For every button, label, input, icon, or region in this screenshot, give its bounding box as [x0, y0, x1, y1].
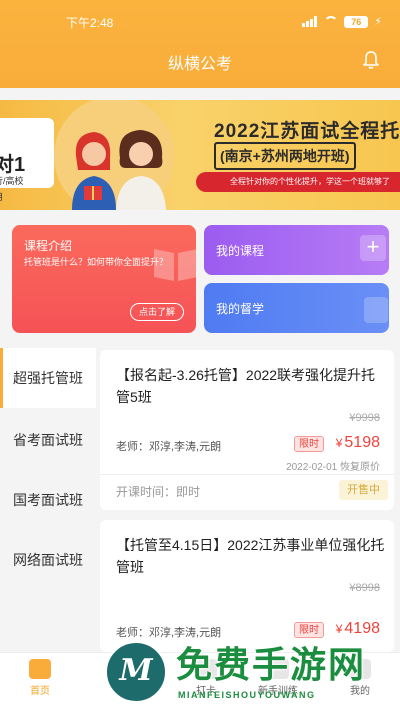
watermark-logo: M	[104, 640, 168, 704]
divider	[100, 474, 394, 475]
original-price: ¥8998	[349, 582, 380, 594]
category-sidebar: 超强托管班 省考面试班 国考面试班 网络面试班	[0, 348, 96, 648]
sale-price: ¥5198	[335, 434, 380, 451]
category-item[interactable]: 省考面试班	[0, 410, 96, 470]
status-time: 下午2:48	[66, 16, 114, 30]
original-price: ¥9998	[349, 412, 380, 424]
my-study-card[interactable]: 我的督学	[204, 283, 389, 333]
app-header: 下午2:48 76 ⚡ 纵横公考	[0, 0, 400, 88]
price-restore-date: 2022-02-01 恢复原价	[286, 462, 380, 473]
course-card[interactable]: 【报名起-3.26托管】2022联考强化提升托管5班 ¥9998 老师：邓淳,李…	[100, 350, 394, 510]
course-title: 【托管至4.15日】2022江苏事业单位强化托管班	[116, 537, 385, 575]
supervision-icon	[364, 297, 388, 323]
banner-left-sub: 行/高校	[0, 176, 24, 186]
status-icons: 76 ⚡	[302, 15, 382, 28]
book-icon	[154, 249, 196, 281]
notification-bell-icon[interactable]	[362, 50, 380, 70]
banner-side-panel: 对1 行/高校 用	[0, 118, 54, 202]
course-card[interactable]: 【托管至4.15日】2022江苏事业单位强化托管班 ¥8998 老师：邓淳,李涛…	[100, 520, 394, 652]
my-course-card[interactable]: 我的课程 +	[204, 225, 389, 275]
banner-title: 2022江苏面试全程托	[214, 121, 400, 142]
course-intro-card[interactable]: 课程介绍 托管班是什么？如何带你全面提升？ 点击了解	[12, 225, 196, 333]
category-item[interactable]: 网络面试班	[0, 530, 96, 590]
promo-banner[interactable]: 对1 行/高校 用 2022江苏面试全程托 (南京+苏州两地开班) 全程针对你的…	[0, 100, 400, 210]
my-study-label: 我的督学	[216, 302, 265, 316]
wifi-icon	[324, 16, 339, 27]
watermark-subtext: MIANFEISHOUYOUWANG	[178, 690, 316, 700]
nav-home[interactable]: 首页	[10, 659, 70, 697]
signal-icon	[302, 16, 318, 27]
banner-strip-text: 全程针对你的个性化提升，学这一个班就够了	[230, 177, 390, 186]
course-teachers: 老师：邓淳,李涛,元朗	[116, 441, 222, 453]
status-bar: 下午2:48 76 ⚡	[0, 14, 400, 32]
course-intro-title: 课程介绍	[24, 239, 73, 253]
course-intro-desc: 托管班是什么？如何带你全面提升？	[24, 257, 169, 267]
my-course-label: 我的课程	[216, 244, 265, 258]
banner-subtitle: (南京+苏州两地开班)	[214, 142, 356, 170]
watermark-logo-letter: M	[119, 653, 153, 688]
category-item[interactable]: 国考面试班	[0, 470, 96, 530]
limited-time-badge: 限时	[294, 436, 324, 452]
course-title: 【报名起-3.26托管】2022联考强化提升托管5班	[116, 367, 376, 405]
battery-icon: 76	[344, 15, 369, 28]
banner-person-illustration	[116, 130, 166, 210]
banner-left-sub2: 用	[0, 190, 3, 203]
category-item[interactable]: 超强托管班	[0, 348, 96, 408]
banner-left-text: 对1	[0, 154, 26, 176]
on-sale-badge: 开售中	[339, 480, 388, 500]
open-time: 开课时间：即时	[116, 485, 201, 499]
watermark-text: 免费手游网	[176, 644, 367, 685]
nav-home-label: 首页	[30, 686, 50, 697]
learn-more-button[interactable]: 点击了解	[130, 303, 185, 321]
charging-icon: ⚡	[374, 16, 382, 28]
page-title: 纵横公考	[167, 56, 232, 73]
home-icon	[29, 659, 51, 679]
plus-icon: +	[360, 235, 386, 261]
